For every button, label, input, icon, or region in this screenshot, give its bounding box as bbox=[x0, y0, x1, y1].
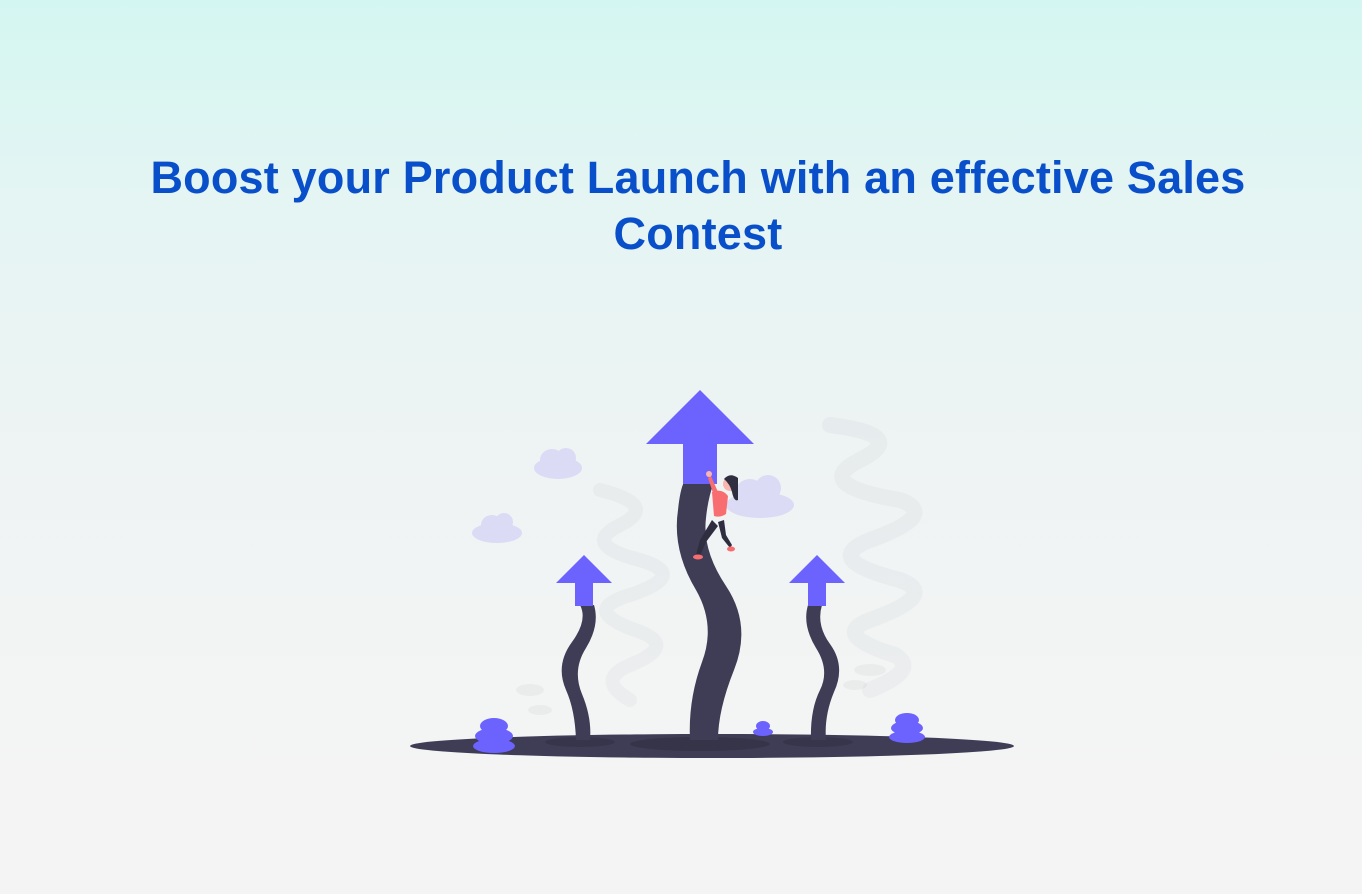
left-arrow-up-icon bbox=[556, 555, 612, 606]
left-arrow-stem bbox=[561, 605, 596, 740]
right-arrow-up-icon bbox=[789, 555, 845, 606]
shrub-icon bbox=[753, 721, 773, 736]
growth-arrows-illustration-icon bbox=[410, 390, 1014, 758]
center-arrow-stem bbox=[676, 482, 742, 740]
background-swirl-right bbox=[822, 417, 923, 698]
right-arrow-stem bbox=[806, 605, 840, 740]
shrub-icon bbox=[889, 713, 925, 743]
background-swirl-left bbox=[593, 483, 670, 707]
hero-section: Boost your Product Launch with an effect… bbox=[0, 0, 1362, 894]
shrub-icon bbox=[473, 718, 515, 753]
cloud-icon bbox=[534, 448, 582, 479]
hero-headline: Boost your Product Launch with an effect… bbox=[150, 152, 1246, 259]
center-arrow-up-icon bbox=[646, 390, 754, 484]
cloud-icon bbox=[472, 513, 522, 543]
